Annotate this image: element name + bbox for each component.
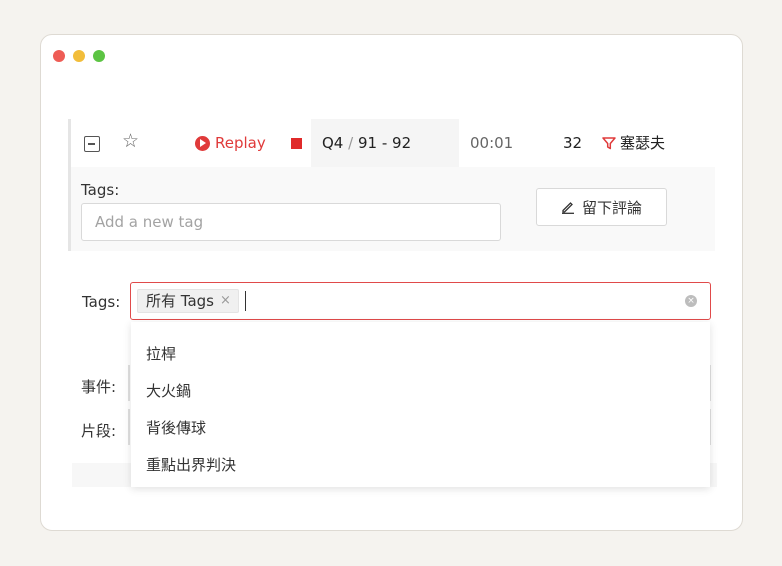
event-row: ☆ Replay Q4 / 91 - 92 00:01 32 塞瑟夫 [71, 119, 715, 167]
tag-filter-select[interactable]: 所有 Tags × × [130, 282, 711, 320]
player-number: 32 [563, 134, 583, 152]
event-tags-label: Tags: [81, 181, 120, 199]
tag-dropdown-menu: 拉桿 大火鍋 背後傳球 重點出界判決 [131, 322, 710, 487]
pencil-icon [561, 202, 574, 214]
star-icon[interactable]: ☆ [122, 131, 139, 151]
close-window-button[interactable] [53, 50, 65, 62]
event-input-edge [128, 365, 130, 401]
filter-tags-label-text: Tags [82, 293, 116, 311]
comment-button-label: 留下評論 [581, 198, 642, 217]
stop-icon[interactable] [291, 138, 302, 149]
minimize-window-button[interactable] [73, 50, 85, 62]
clear-icon[interactable]: × [685, 295, 697, 307]
filter-funnel-icon [602, 136, 616, 150]
score-cell: Q4 / 91 - 92 [311, 119, 459, 167]
replay-label: Replay [215, 134, 266, 152]
clip-input-edge [128, 409, 130, 445]
score-label: 91 - 92 [357, 134, 412, 152]
clip-filter-label: 片段: [81, 422, 117, 440]
selected-tag-label: 所有 Tags [146, 292, 214, 310]
event-filter-label: 事件: [81, 378, 117, 396]
period-label: Q4 [322, 134, 344, 152]
remove-tag-icon[interactable]: × [220, 290, 231, 312]
text-caret [245, 291, 246, 311]
collapse-icon[interactable] [84, 136, 100, 152]
window-controls [53, 50, 105, 62]
dropdown-option[interactable]: 拉桿 [131, 336, 710, 373]
dropdown-option[interactable]: 大火鍋 [131, 373, 710, 410]
team-name: 塞瑟夫 [602, 133, 665, 153]
play-circle-icon [195, 135, 210, 151]
replay-button[interactable]: Replay [195, 133, 266, 153]
team-label: 塞瑟夫 [620, 134, 666, 152]
add-tag-input[interactable] [81, 203, 501, 241]
dropdown-option[interactable]: 重點出界判決 [131, 447, 710, 484]
selected-tag-chip: 所有 Tags × [137, 289, 239, 313]
score-separator: / [348, 134, 354, 152]
game-clock: 00:01 [470, 134, 514, 152]
maximize-window-button[interactable] [93, 50, 105, 62]
app-window: ☆ Replay Q4 / 91 - 92 00:01 32 塞瑟夫 Tags: [40, 34, 743, 531]
dropdown-option[interactable]: 背後傳球 [131, 410, 710, 447]
filter-tags-label: Tags: [82, 293, 120, 311]
leave-comment-button[interactable]: 留下評論 [536, 188, 667, 226]
filter-tags-colon: : [115, 293, 121, 311]
